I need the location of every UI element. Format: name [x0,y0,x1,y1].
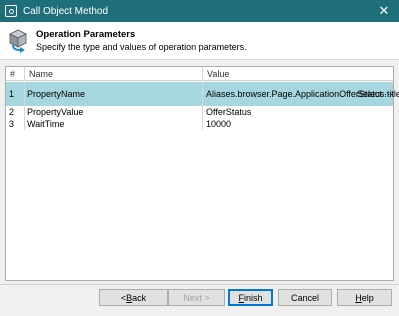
next-button[interactable]: Next > [168,289,225,306]
wizard-header: Operation Parameters Specify the type an… [0,22,399,60]
table-row[interactable]: 1 PropertyName Aliases.browser.Page.Appl… [6,82,399,106]
row-number: 2 [6,106,25,118]
table-row[interactable]: 2 PropertyValue OfferStatus [6,106,393,118]
help-rest: elp [361,292,374,303]
help-button[interactable]: Help [337,289,392,306]
finish-rest: inish [243,292,263,303]
back-rest: ack [132,292,147,303]
cancel-button[interactable]: Cancel [278,289,332,306]
row-number: 1 [6,82,25,106]
row-value[interactable]: 10000 [203,118,353,130]
parameters-grid: # Name Value 1 PropertyName Aliases.brow… [5,66,399,281]
row-name[interactable]: PropertyValue [25,106,203,118]
column-header-value[interactable]: Value [203,67,393,81]
window-title: Call Object Method [23,5,109,17]
back-button[interactable]: < Back [99,289,168,306]
row-value[interactable]: OfferStatus [203,106,353,118]
row-value[interactable]: Aliases.browser.Page.ApplicationOfferSta… [203,82,399,106]
ellipsis-button[interactable]: ··· [384,82,393,106]
table-row[interactable]: 3 WaitTime 10000 [6,118,393,130]
header-subtitle: Specify the type and values of operation… [36,42,247,52]
column-header-name[interactable]: Name [25,67,203,81]
column-header-number[interactable]: # [6,67,25,81]
close-icon[interactable]: ✕ [369,0,399,22]
row-name[interactable]: PropertyName [25,82,203,106]
grid-header: # Name Value [6,67,393,81]
finish-button[interactable]: Finish [228,289,273,306]
app-icon [5,5,17,17]
row-name[interactable]: WaitTime [25,118,203,130]
cube-arrow-icon [9,29,27,53]
header-title: Operation Parameters [36,29,136,40]
footer-divider [0,284,399,285]
title-bar: Call Object Method ✕ [0,0,399,22]
row-number: 3 [6,118,25,130]
select-button[interactable]: Select [357,82,382,106]
